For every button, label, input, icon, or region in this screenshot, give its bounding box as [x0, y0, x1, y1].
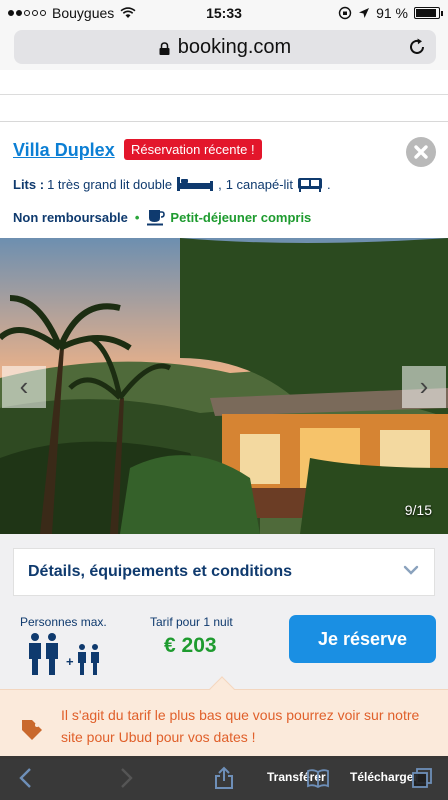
- location-icon: [359, 8, 370, 18]
- close-button[interactable]: [406, 137, 436, 167]
- beds-line: Lits : 1 très grand lit double , 1 canap…: [13, 176, 331, 192]
- download-button[interactable]: Télécharger: [350, 770, 418, 784]
- tabs-icon[interactable]: [410, 766, 434, 790]
- next-photo-button[interactable]: ›: [402, 366, 446, 408]
- browser-toolbar: Transférer Télécharger: [0, 756, 448, 800]
- bookmarks-icon[interactable]: [306, 766, 330, 790]
- room-title-link[interactable]: Villa Duplex: [13, 140, 115, 161]
- page-spacer: [0, 70, 448, 122]
- previous-photo-button[interactable]: ‹: [2, 366, 46, 408]
- room-photo-gallery[interactable]: ‹ › 9/15: [0, 238, 448, 534]
- rotation-lock-icon: [338, 6, 352, 20]
- occupancy-icon: +: [29, 633, 99, 675]
- bed-period: .: [326, 176, 331, 192]
- bed-type-1: 1 très grand lit double: [47, 176, 173, 192]
- lowest-price-banner: Il s'agit du tarif le plus bas que vous …: [0, 676, 448, 759]
- sofa-bed-icon: [297, 178, 322, 192]
- price-value: € 203: [164, 634, 217, 657]
- bed-separator: ,: [218, 176, 222, 192]
- url-text: booking.com: [177, 35, 292, 58]
- battery-icon: [414, 7, 443, 19]
- non-refundable-label: Non remboursable: [13, 209, 128, 225]
- address-bar[interactable]: booking.com: [14, 30, 436, 64]
- chevron-down-icon: [403, 565, 419, 575]
- photo-counter: 9/15: [404, 502, 432, 518]
- details-label: Détails, équipements et conditions: [28, 563, 293, 580]
- lowest-price-text: Il s'agit du tarif le plus bas que vous …: [61, 707, 420, 745]
- details-accordion[interactable]: Détails, équipements et conditions: [13, 548, 435, 596]
- room-photo: [0, 238, 448, 534]
- carrier-name: Bouygues: [52, 5, 115, 21]
- share-icon[interactable]: [212, 766, 236, 790]
- double-bed-icon: [177, 177, 214, 191]
- room-header: Villa Duplex Réservation récente ! Lits …: [0, 122, 448, 238]
- back-icon[interactable]: [14, 766, 38, 790]
- reload-icon[interactable]: [406, 36, 428, 58]
- wifi-icon: [120, 7, 136, 18]
- battery-percent: 91 %: [376, 5, 408, 21]
- clock: 15:33: [206, 5, 242, 21]
- forward-icon[interactable]: [114, 766, 138, 790]
- lock-icon: [159, 41, 170, 55]
- close-icon: [414, 145, 428, 159]
- breakfast-included-label: Petit-déjeuner compris: [170, 209, 312, 225]
- signal-icon: [8, 10, 46, 16]
- reserve-button[interactable]: Je réserve: [289, 615, 436, 663]
- policy-line: Non remboursable • Petit-déjeuner compri…: [13, 208, 311, 226]
- price-label: Tarif pour 1 nuit: [150, 615, 233, 629]
- plus-sign: +: [66, 654, 74, 669]
- address-bar-area: booking.com: [0, 26, 448, 70]
- recent-booking-badge: Réservation récente !: [124, 139, 262, 160]
- price-tag-icon: [22, 720, 42, 740]
- bed-type-2: 1 canapé-lit: [225, 176, 293, 192]
- max-persons-label: Personnes max.: [20, 615, 107, 629]
- status-bar: Bouygues 15:33 91 %: [0, 0, 448, 26]
- beds-label: Lits :: [13, 176, 45, 192]
- coffee-cup-icon: [147, 210, 166, 226]
- policy-dot: •: [134, 209, 140, 225]
- booking-screen: Bouygues 15:33 91 % booking.com Villa Du…: [0, 0, 448, 800]
